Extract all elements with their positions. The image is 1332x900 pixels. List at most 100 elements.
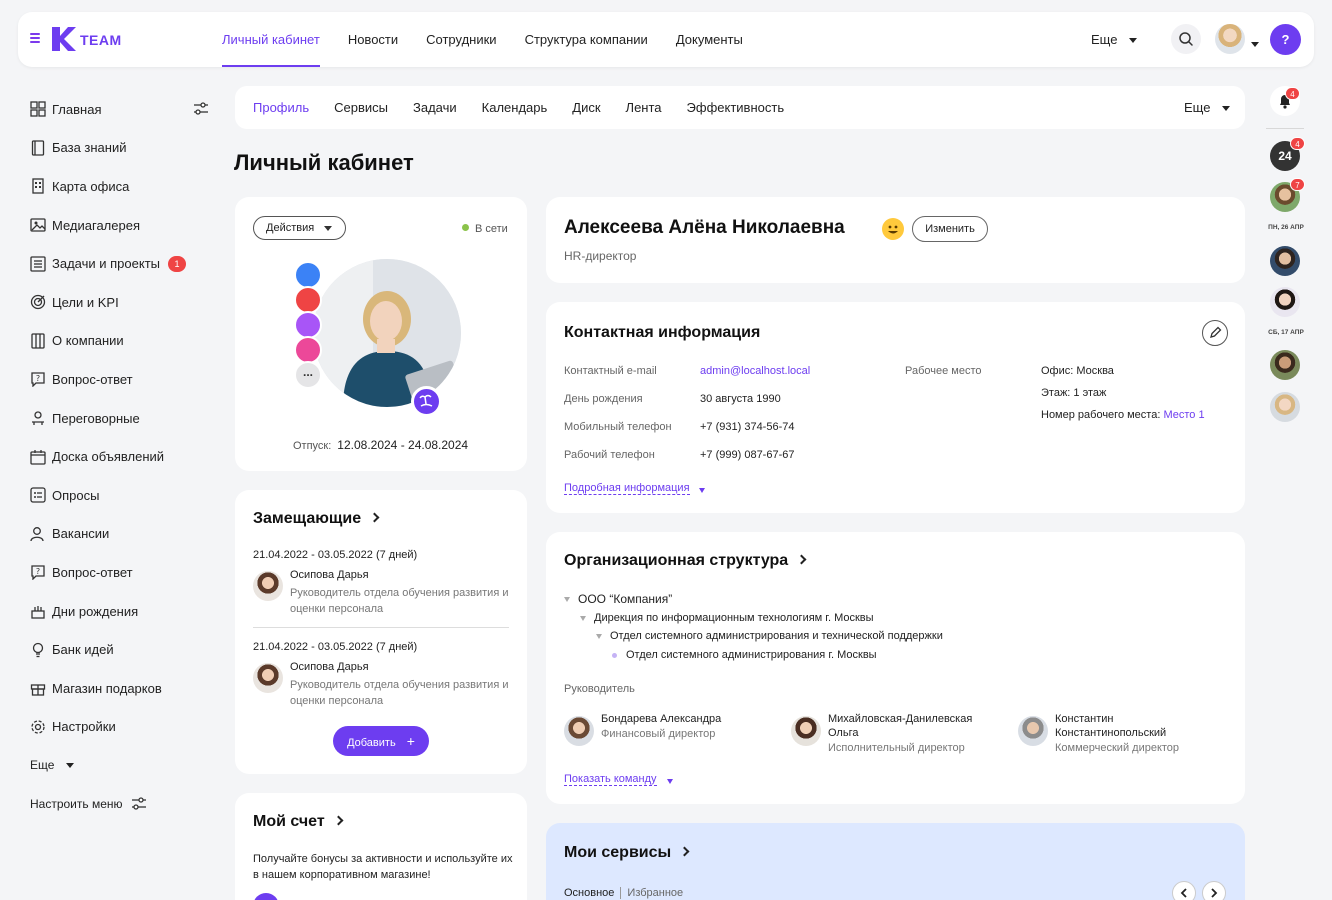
user-menu-chevron-icon[interactable] xyxy=(1251,37,1259,51)
contact-avatar[interactable] xyxy=(1270,246,1300,276)
expand-icon xyxy=(564,597,570,603)
sliders-icon[interactable] xyxy=(193,101,209,117)
chat-achievement-icon[interactable] xyxy=(294,311,322,339)
contacts-title: Контактная информация xyxy=(564,324,761,341)
show-team-link[interactable]: Показать команду xyxy=(564,773,657,786)
sidebar-item-meeting-rooms[interactable]: Переговорные xyxy=(30,399,215,438)
edit-profile-button[interactable]: Изменить xyxy=(912,216,988,242)
contact-avatar[interactable] xyxy=(1270,392,1300,422)
sidebar-item-birthdays[interactable]: Дни рождения xyxy=(30,592,215,631)
menu-icon[interactable] xyxy=(30,33,40,43)
topnav-item-structure[interactable]: Структура компании xyxy=(525,12,648,67)
chevron-down-icon xyxy=(66,762,75,768)
sidebar-item-knowledge[interactable]: База знаний xyxy=(30,129,215,168)
edit-contacts-button[interactable] xyxy=(1202,320,1228,346)
sidebar-item-polls[interactable]: Опросы xyxy=(30,476,215,515)
manager-item[interactable]: Константин Константинопольский Коммерчес… xyxy=(1018,712,1228,758)
deputy-name: Осипова Дарья xyxy=(290,569,369,581)
tree-node-directorate[interactable]: Дирекция по информационным технологиям г… xyxy=(580,612,874,624)
sidebar-item-about[interactable]: О компании xyxy=(30,322,215,361)
tab-tasks[interactable]: Задачи xyxy=(413,86,457,129)
add-deputy-button[interactable]: Добавить + xyxy=(333,726,429,756)
topnav-item-employees[interactable]: Сотрудники xyxy=(426,12,496,67)
details-link[interactable]: Подробная информация xyxy=(564,482,690,495)
manager-item[interactable]: Бондарева Александра Финансовый директор xyxy=(564,712,774,758)
help-button[interactable]: ? xyxy=(1270,24,1301,55)
sidebar-item-home[interactable]: Главная xyxy=(30,90,215,129)
idea-achievement-icon[interactable] xyxy=(294,336,322,364)
topnav-more-dropdown[interactable]: Еще xyxy=(1091,32,1138,47)
floor-value: Этаж: 1 этаж xyxy=(1041,387,1107,399)
tree-node-company[interactable]: ООО “Компания” xyxy=(564,592,672,606)
services-title-link[interactable]: Мои сервисы xyxy=(564,844,690,862)
board-icon xyxy=(30,449,46,465)
sidebar-item-goals[interactable]: Цели и KPI xyxy=(30,283,215,322)
help-icon: ? xyxy=(1281,32,1290,47)
more-achievements-button[interactable]: ... xyxy=(294,361,322,389)
org-title-link[interactable]: Организационная структура xyxy=(564,552,807,570)
workplace-label: Рабочее место xyxy=(905,365,982,377)
manager-role: Исполнительный директор xyxy=(828,742,965,754)
tab-main[interactable]: Основное xyxy=(564,887,614,899)
tab-services[interactable]: Сервисы xyxy=(334,86,388,129)
svg-text:?: ? xyxy=(36,374,40,383)
chevron-down-icon[interactable] xyxy=(667,774,673,788)
account-title-link[interactable]: Мой счет xyxy=(253,813,344,831)
sidebar-item-faq[interactable]: ? Вопрос-ответ xyxy=(30,360,215,399)
sidebar-item-ideas[interactable]: Банк идей xyxy=(30,630,215,669)
tab-favorites[interactable]: Избранное xyxy=(627,887,683,899)
tree-node-current-department[interactable]: Отдел системного администрирования г. Мо… xyxy=(612,649,877,661)
tabs-more-dropdown[interactable]: Еще xyxy=(1184,100,1231,115)
tab-efficiency[interactable]: Эффективность xyxy=(687,86,785,129)
prev-button[interactable] xyxy=(1172,881,1196,900)
contact-avatar[interactable] xyxy=(1270,287,1300,317)
rail-date-label: ПН, 26 АПР xyxy=(1268,224,1304,231)
sidebar-item-faq-2[interactable]: ? Вопрос-ответ xyxy=(30,553,215,592)
logo-text[interactable]: TEAM xyxy=(80,32,122,48)
manager-item[interactable]: Михайловская-Данилевская Ольга Исполните… xyxy=(791,712,1001,758)
next-button[interactable] xyxy=(1202,881,1226,900)
tree-node-label: Отдел системного администрирования и тех… xyxy=(610,630,943,642)
actions-dropdown[interactable]: Действия xyxy=(253,216,346,240)
seat-link[interactable]: Место 1 xyxy=(1163,409,1204,421)
sidebar-more-dropdown[interactable]: Еще xyxy=(30,746,215,784)
sidebar-item-board[interactable]: Доска объявлений xyxy=(30,437,215,476)
topnav-item-news[interactable]: Новости xyxy=(348,12,398,67)
sidebar-item-media[interactable]: Медиагалерея xyxy=(30,206,215,245)
sidebar: Главная База знаний Карта офиса Медиагал… xyxy=(30,90,215,824)
chevron-down-icon[interactable] xyxy=(699,483,705,497)
tree-node-department[interactable]: Отдел системного администрирования и тех… xyxy=(596,630,943,642)
sidebar-item-tasks[interactable]: Задачи и проекты 1 xyxy=(30,244,215,283)
sidebar-item-label: Вопрос-ответ xyxy=(52,371,133,387)
sidebar-item-vacancies[interactable]: Вакансии xyxy=(30,515,215,554)
tab-calendar[interactable]: Календарь xyxy=(482,86,548,129)
user-avatar[interactable] xyxy=(1215,24,1245,54)
deputy-item[interactable]: Осипова Дарья Руководитель отдела обучен… xyxy=(253,569,513,617)
deputy-name: Осипова Дарья xyxy=(290,661,369,673)
sidebar-item-settings[interactable]: Настройки xyxy=(30,708,215,747)
cake-icon xyxy=(31,606,45,619)
smile-emoji-icon[interactable] xyxy=(882,218,904,240)
deputy-item[interactable]: Осипова Дарья Руководитель отдела обучен… xyxy=(253,661,513,709)
email-link[interactable]: admin@localhost.local xyxy=(700,365,810,377)
tab-profile[interactable]: Профиль xyxy=(253,86,309,129)
logo-icon[interactable] xyxy=(50,26,76,52)
tab-disk[interactable]: Диск xyxy=(572,86,600,129)
chevron-right-icon xyxy=(333,815,344,826)
diamond-achievement-icon[interactable] xyxy=(294,261,322,289)
sidebar-item-office-map[interactable]: Карта офиса xyxy=(30,167,215,206)
medal-achievement-icon[interactable] xyxy=(294,286,322,314)
contact-avatar[interactable] xyxy=(1270,350,1300,380)
sidebar-item-label: Вопрос-ответ xyxy=(52,564,133,580)
deputies-title-link[interactable]: Замещающие xyxy=(253,510,380,528)
search-button[interactable] xyxy=(1171,24,1201,54)
tabs-more-label: Еще xyxy=(1184,100,1211,115)
tab-feed[interactable]: Лента xyxy=(626,86,662,129)
configure-menu-button[interactable]: Настроить меню xyxy=(30,784,215,824)
topnav-item-cabinet[interactable]: Личный кабинет xyxy=(222,12,320,67)
sidebar-item-gift-shop[interactable]: Магазин подарков xyxy=(30,669,215,708)
chevron-right-icon xyxy=(679,846,690,857)
topnav-item-documents[interactable]: Документы xyxy=(676,12,743,67)
chevron-down-icon xyxy=(1129,38,1138,44)
birthday-value: 30 августа 1990 xyxy=(700,393,781,405)
